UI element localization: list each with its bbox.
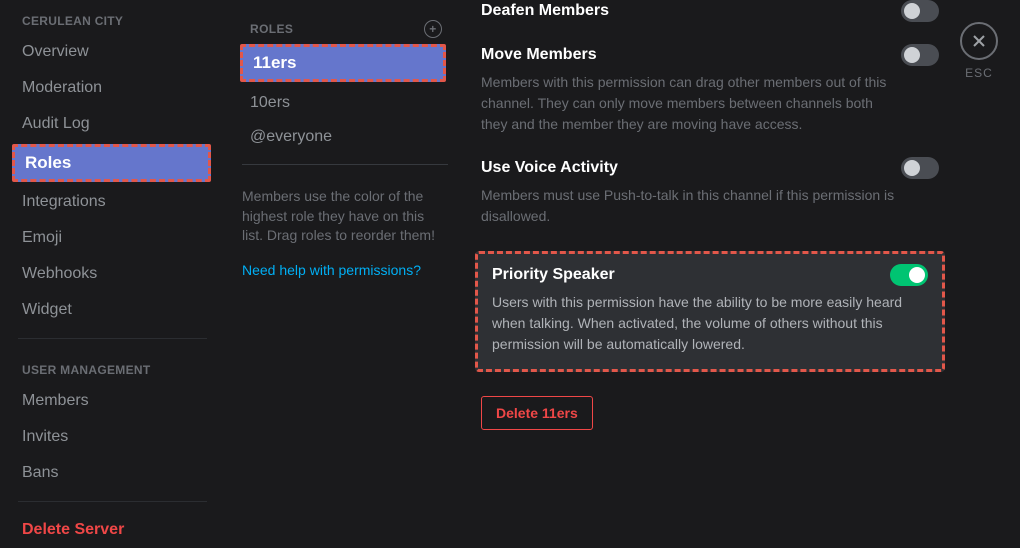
toggle-priority-speaker[interactable] <box>890 264 928 286</box>
perm-title: Priority Speaker <box>492 266 615 284</box>
sidebar-item-overview[interactable]: Overview <box>0 34 225 70</box>
close-settings[interactable]: ESC <box>960 22 998 80</box>
perm-title: Move Members <box>481 46 597 64</box>
toggle-deafen-members[interactable] <box>901 0 939 22</box>
perm-title: Deafen Members <box>481 2 609 20</box>
roles-hint-text: Members use the color of the highest rol… <box>240 175 450 254</box>
perm-priority-speaker: Priority Speaker Users with this permiss… <box>475 251 945 372</box>
server-name-header: Cerulean City <box>0 0 225 34</box>
role-item-10ers[interactable]: 10ers <box>240 86 450 120</box>
esc-label: ESC <box>960 66 998 80</box>
sidebar-item-emoji[interactable]: Emoji <box>0 220 225 256</box>
sidebar-divider <box>18 338 207 339</box>
role-item-11ers[interactable]: 11ers <box>240 44 446 82</box>
sidebar-item-roles[interactable]: Roles <box>12 144 211 182</box>
role-item-everyone[interactable]: @everyone <box>240 120 450 154</box>
roles-column: Roles + 11ers 10ers @everyone Members us… <box>240 0 450 530</box>
sidebar-divider <box>18 501 207 502</box>
sidebar-item-audit-log[interactable]: Audit Log <box>0 106 225 142</box>
roles-help-link[interactable]: Need help with permissions? <box>240 254 450 286</box>
user-management-header: User Management <box>0 349 225 383</box>
perm-move-members: Move Members Members with this permissio… <box>475 40 945 153</box>
perm-deafen-members: Deafen Members <box>475 0 945 40</box>
toggle-use-voice-activity[interactable] <box>901 157 939 179</box>
perm-use-voice-activity: Use Voice Activity Members must use Push… <box>475 153 945 245</box>
add-role-icon[interactable]: + <box>424 20 442 38</box>
settings-sidebar: Cerulean City Overview Moderation Audit … <box>0 0 225 530</box>
sidebar-item-delete-server[interactable]: Delete Server <box>0 512 225 548</box>
sidebar-item-widget[interactable]: Widget <box>0 292 225 328</box>
sidebar-item-members[interactable]: Members <box>0 383 225 419</box>
sidebar-item-invites[interactable]: Invites <box>0 419 225 455</box>
perm-description: Users with this permission have the abil… <box>492 292 912 355</box>
sidebar-item-moderation[interactable]: Moderation <box>0 70 225 106</box>
sidebar-item-integrations[interactable]: Integrations <box>0 184 225 220</box>
permissions-pane: Deafen Members Move Members Members with… <box>475 0 945 530</box>
perm-description: Members must use Push-to-talk in this ch… <box>481 185 901 227</box>
sidebar-item-bans[interactable]: Bans <box>0 455 225 491</box>
perm-title: Use Voice Activity <box>481 159 618 177</box>
roles-header-label: Roles <box>250 22 293 36</box>
delete-role-button[interactable]: Delete 11ers <box>481 396 593 430</box>
roles-divider <box>242 164 448 165</box>
perm-description: Members with this permission can drag ot… <box>481 72 901 135</box>
sidebar-item-webhooks[interactable]: Webhooks <box>0 256 225 292</box>
toggle-move-members[interactable] <box>901 44 939 66</box>
close-icon[interactable] <box>960 22 998 60</box>
